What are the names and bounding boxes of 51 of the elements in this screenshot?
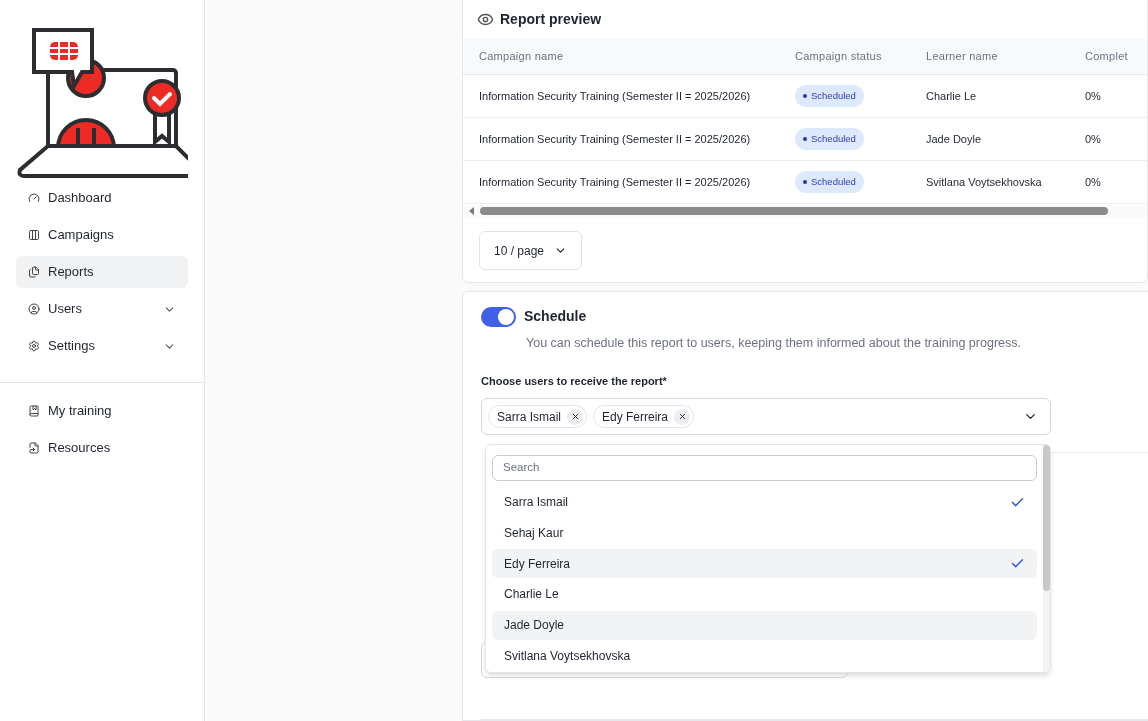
table-cell-text: 0% bbox=[1085, 131, 1102, 147]
schedule-toggle[interactable] bbox=[481, 306, 516, 327]
column-header: Campaign status bbox=[795, 49, 883, 65]
files-icon bbox=[28, 266, 40, 278]
field-label: Choose users to receive the report* bbox=[481, 373, 667, 389]
scrollbar[interactable] bbox=[1043, 445, 1050, 672]
dropdown-option[interactable]: Svitlana Voytsekhovska bbox=[492, 641, 1037, 671]
remove-tag-button[interactable] bbox=[567, 408, 583, 425]
columns-icon bbox=[28, 229, 40, 241]
search-field[interactable]: Search bbox=[492, 455, 1037, 481]
nav-item[interactable]: My training bbox=[16, 395, 188, 427]
nav-item[interactable]: Users bbox=[16, 293, 188, 325]
table-cell-text: 0% bbox=[1085, 174, 1102, 190]
scrollbar[interactable] bbox=[463, 205, 1147, 217]
nav-item[interactable]: Resources bbox=[16, 432, 188, 464]
dropdown-option[interactable]: Edy Ferreira bbox=[492, 549, 1037, 579]
file-icon bbox=[28, 442, 40, 454]
eye-icon bbox=[477, 11, 494, 28]
user-circle-icon bbox=[28, 303, 40, 315]
table-cell-text: Jade Doyle bbox=[926, 131, 983, 147]
table-cell-text: 0% bbox=[1085, 88, 1102, 104]
status-badge: Scheduled bbox=[795, 171, 864, 193]
nav-item[interactable]: Dashboard bbox=[16, 182, 188, 214]
nav-item[interactable]: Settings bbox=[16, 330, 188, 362]
nav-item[interactable]: Campaigns bbox=[16, 219, 188, 251]
close-icon bbox=[677, 412, 687, 422]
gauge-icon bbox=[28, 192, 40, 204]
column-header: Learner name bbox=[926, 49, 999, 65]
section-title: Schedule bbox=[524, 307, 587, 326]
column-header: Complet bbox=[1085, 49, 1129, 65]
page-size-select[interactable]: 10 / page bbox=[479, 231, 583, 270]
table-cell-text: Information Security Training (Semester II = 2025/2026) bbox=[478, 174, 752, 190]
description: You can schedule this report to users, keeping them informed about the training progress. bbox=[526, 335, 1022, 352]
book-icon bbox=[28, 405, 40, 417]
status-badge: Scheduled bbox=[795, 128, 864, 150]
remove-tag-button[interactable] bbox=[674, 408, 691, 425]
table-cell-text: Charlie Le bbox=[926, 88, 978, 104]
card-title: Report preview bbox=[500, 10, 602, 29]
close-icon bbox=[570, 412, 580, 422]
table-cell-text: Information Security Training (Semester II = 2025/2026) bbox=[478, 88, 752, 104]
dropdown-option[interactable]: Sehaj Kaur bbox=[492, 518, 1037, 548]
dropdown-option[interactable]: Charlie Le bbox=[492, 579, 1037, 609]
column-header: Campaign name bbox=[478, 49, 565, 65]
status-badge: Scheduled bbox=[795, 85, 864, 107]
users-select[interactable]: Sarra Ismail Edy Ferreira bbox=[481, 398, 1051, 436]
dropdown-option[interactable]: Sarra Ismail bbox=[492, 487, 1037, 517]
table-cell-text: Information Security Training (Semester II = 2025/2026) bbox=[478, 131, 752, 147]
nav-item[interactable]: Reports bbox=[16, 256, 188, 288]
settings-icon bbox=[28, 340, 40, 352]
table-cell-text: Svitlana Voytsekhovska bbox=[926, 174, 1043, 190]
dropdown-option[interactable]: Jade Doyle bbox=[492, 610, 1037, 640]
